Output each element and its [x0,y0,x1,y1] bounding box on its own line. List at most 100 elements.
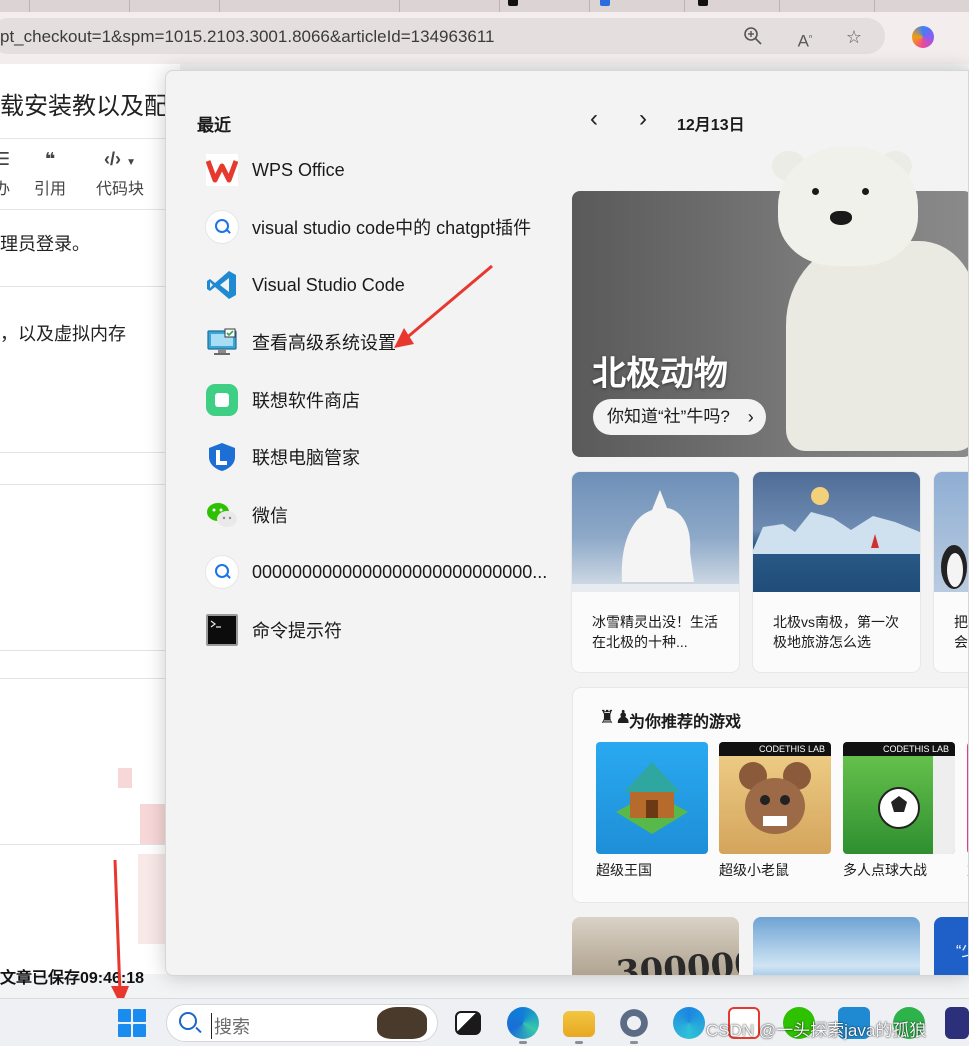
arctic-fox-image [572,472,739,592]
game-name: 超级王国 [596,862,652,878]
iceberg-image [753,472,920,592]
game-thumbnail: CODETHIS LAB [719,742,831,854]
running-indicator [630,1041,638,1044]
wechat-icon [206,499,238,531]
recent-item-label: Visual Studio Code [252,274,405,295]
browser-tab[interactable] [0,0,30,12]
search-input[interactable]: 搜索 [211,1013,250,1039]
editor-toolbar: ☰ 办 ❝ 引用 ‹/› ▼ 代码块 [0,138,180,210]
recent-item-label: 命令提示符 [252,621,342,641]
browser-tab[interactable] [400,0,500,12]
browser-tab[interactable] [30,0,130,12]
zoom-in-icon[interactable] [742,26,764,48]
chess-pieces-icon: ♜♟ [599,707,632,727]
recent-item-label: 联想软件商店 [252,391,360,411]
article-card[interactable]: 北极vs南极，第一次极地旅游怎么选 [753,472,920,672]
divider [0,484,180,485]
wps-icon [205,154,239,186]
game-badge: CODETHIS LAB [843,742,955,756]
start-menu-panel: 最近 WPS Office visual studio code中的 chatg… [165,70,969,976]
lenovo-pc-manager-icon [206,441,238,473]
next-arrow-icon[interactable]: › [629,105,657,133]
recommended-games: ♜♟ 为你推荐的游戏 超级王国 CODETHIS LAB 超级小老鼠 CODET… [573,688,968,902]
save-status: 文章已保存09:46:18 [0,970,145,987]
recent-item-wechat[interactable]: 微信 [206,491,566,539]
file-explorer-icon[interactable] [563,1011,595,1037]
card-caption: 把会 [954,614,968,650]
lenovo-store-icon [206,384,238,416]
running-indicator [519,1041,527,1044]
recent-item-search-zeros[interactable]: 0000000000000000000000000000... [206,548,566,596]
previous-arrow-icon[interactable]: ‹ [580,105,608,133]
windows-start-icon[interactable] [118,1009,146,1037]
read-aloud-icon[interactable]: Aⁿ [794,26,816,51]
recent-item-label: 微信 [252,506,288,526]
quote-icon: ❝ [44,149,56,169]
recent-item-command-prompt[interactable]: 命令提示符 [206,606,566,654]
recent-item-lenovo-store[interactable]: 联想软件商店 [206,376,566,424]
search-icon [206,211,238,243]
divider [0,452,180,453]
browser-tab[interactable] [130,0,220,12]
toolbar-button-codeblock[interactable]: ‹/› ▼ 代码块 [96,149,144,199]
recent-item-advanced-system-settings[interactable]: 查看高级系统设置 [206,318,566,366]
article-card[interactable] [753,917,920,975]
vscode-icon [206,269,238,301]
toolbar-label: 办 [0,181,11,198]
article-card[interactable]: 冰雪精灵出没！生活在北极的十种... [572,472,739,672]
polar-bear-image [786,241,968,451]
edge-icon[interactable] [507,1007,539,1039]
game-tile[interactable]: CODETHIS LAB 超级小老鼠 [719,742,831,880]
toolbar-button-quote[interactable]: ❝ 引用 [34,149,66,199]
recent-item-label: WPS Office [252,159,345,180]
recent-item-label: 0000000000000000000000000000... [252,561,548,582]
running-indicator [575,1041,583,1044]
toolbar-button-list[interactable]: ☰ 办 [0,149,10,199]
taskbar-search[interactable]: 搜索 [166,1004,438,1042]
recent-item-wps-office[interactable]: WPS Office [205,146,566,194]
csdn-watermark: CSDN @一头探索java的孤狼 [706,1021,927,1040]
game-name: 多人点球大战 [843,862,927,878]
games-title: 为你推荐的游戏 [629,714,742,731]
recent-item-label: 联想电脑管家 [252,448,360,468]
browser-tab[interactable] [220,0,400,12]
search-icon [179,1012,197,1030]
recent-item-label: 查看高级系统设置 [252,333,396,353]
blurred-content [118,768,132,788]
game-thumbnail: CODETHIS LAB [843,742,955,854]
article-card[interactable]: 把会 [934,472,968,672]
article-card[interactable]: 300000 [572,917,739,976]
app-taskbar-icon[interactable] [945,1007,969,1039]
hero-chip-button[interactable]: 你知道“社”牛吗? › [593,399,766,435]
command-prompt-icon [206,614,238,646]
task-view-icon[interactable] [455,1011,481,1035]
toolbar-label: 引用 [34,181,67,198]
article-title[interactable]: 载安装教以及配 [0,86,168,121]
bear-eye [812,188,819,195]
recent-item-label: visual studio code中的 chatgpt插件 [252,218,532,238]
article-card[interactable]: “少 [934,917,968,975]
divider [0,844,180,845]
card-image-text: 300000 [614,944,739,976]
toolbar-label: 代码块 [96,181,145,198]
recent-item-vscode[interactable]: Visual Studio Code [206,261,566,309]
recent-item-search-chatgpt[interactable]: visual studio code中的 chatgpt插件 [206,203,566,251]
game-tile[interactable]: CODETHIS LAB 多人点球大战 [843,742,955,880]
url-text[interactable]: pt_checkout=1&spm=1015.2103.3001.8066&ar… [0,27,495,47]
copilot-icon[interactable] [912,26,934,48]
star-icon[interactable]: ☆ [843,26,865,48]
game-name: 超级小老鼠 [719,862,789,878]
yak-illustration [377,1007,427,1039]
hero-chip-label: 你知道“社”牛吗? [607,407,730,426]
browser-tab[interactable] [780,0,875,12]
game-tile[interactable]: 超级王国 [596,742,708,880]
recent-item-lenovo-pc-manager[interactable]: 联想电脑管家 [206,433,566,481]
edge-beta-icon[interactable] [673,1007,705,1039]
chevron-right-icon: › [747,407,754,427]
monitor-settings-icon [206,326,238,358]
settings-gear-icon[interactable] [618,1007,650,1039]
article-text: 理员登录。 [0,234,90,254]
address-bar[interactable]: pt_checkout=1&spm=1015.2103.3001.8066&ar… [0,18,885,54]
divider [0,650,180,651]
divider [0,286,180,287]
